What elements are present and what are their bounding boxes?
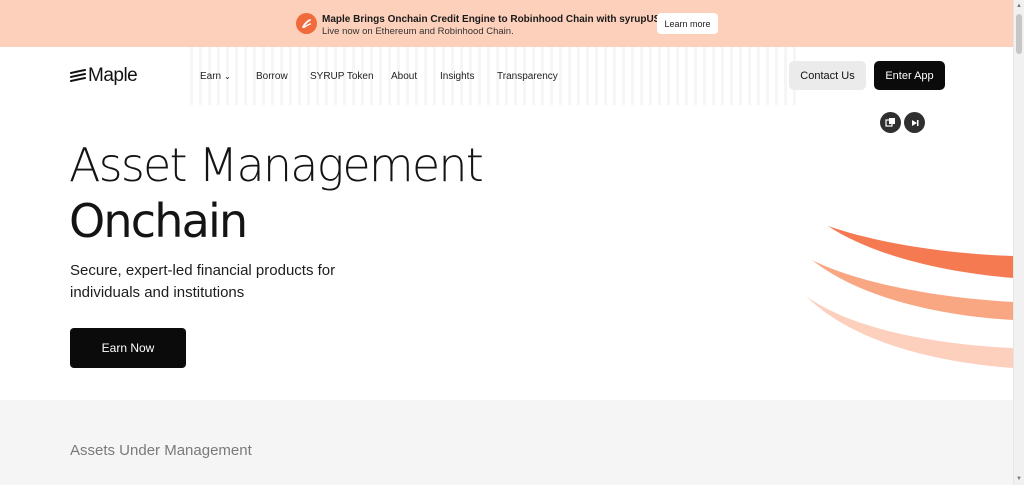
scroll-up-icon[interactable]: ▲ [1016,3,1022,9]
logo-text: Maple [88,65,138,86]
maple-circle-icon [296,13,317,34]
learn-more-button[interactable]: Learn more [657,13,718,34]
nav-item-borrow[interactable]: Borrow [256,71,288,82]
announcement-banner: Maple Brings Onchain Credit Engine to Ro… [0,0,1013,47]
nav-item-about[interactable]: About [391,71,417,82]
nav-item-transparency[interactable]: Transparency [497,71,558,82]
nav-item-insights[interactable]: Insights [440,71,474,82]
maple-logo-icon [70,69,86,82]
hero-title-line2: Onchain [69,194,248,248]
decorative-swooshes [806,226,1013,368]
contact-us-button[interactable]: Contact Us [789,61,866,90]
banner-title: Maple Brings Onchain Credit Engine to Ro… [322,14,676,25]
assets-under-management-label: Assets Under Management [70,442,252,459]
scrollbar[interactable]: ▲ ▼ [1013,0,1024,485]
hero-title: Asset Management Onchain [69,137,484,249]
earn-now-button[interactable]: Earn Now [70,328,186,368]
maple-logo[interactable]: Maple [70,65,138,87]
nav-item-syrup-token[interactable]: SYRUP Token [310,71,374,82]
skip-forward-icon[interactable] [904,112,925,133]
hero-title-line1: Asset Management [69,138,484,192]
nav-item-label: Earn [200,71,222,82]
scroll-thumb[interactable] [1016,14,1022,54]
scroll-down-icon[interactable]: ▼ [1016,476,1022,482]
chevron-down-icon: ⌄ [224,72,231,81]
enter-app-button[interactable]: Enter App [874,61,945,90]
swoosh-1 [828,226,1013,278]
picture-in-picture-icon[interactable] [880,112,901,133]
nav-item-earn[interactable]: Earn ⌄ [200,71,231,82]
banner-subtitle: Live now on Ethereum and Robinhood Chain… [322,26,514,37]
hero-subtitle: Secure, expert-led financial products fo… [70,262,336,301]
